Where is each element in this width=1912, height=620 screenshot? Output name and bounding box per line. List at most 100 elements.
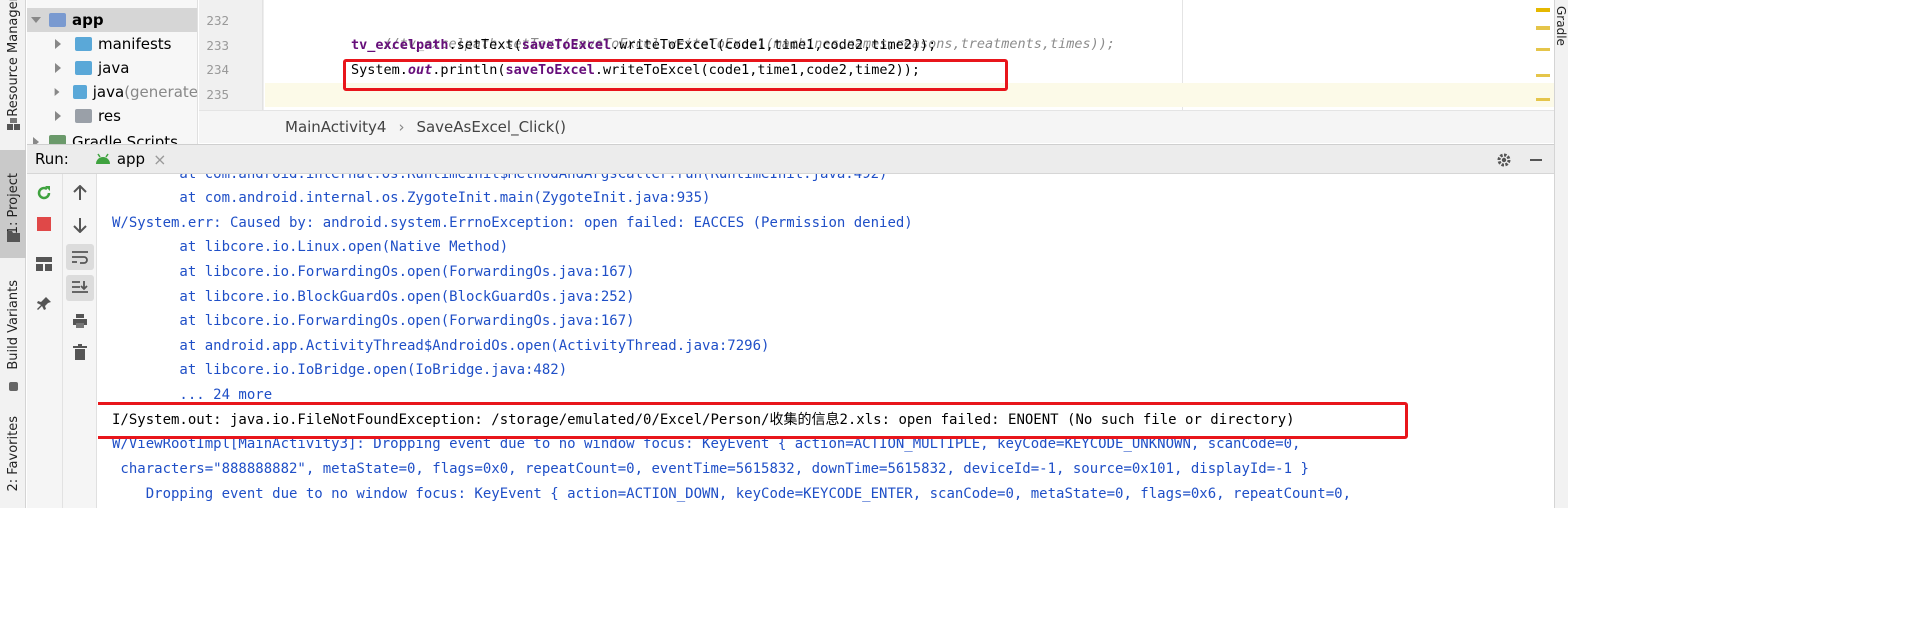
console-line: at libcore.io.ForwardingOs.open(Forwardi… <box>112 264 635 280</box>
android-icon <box>95 153 110 164</box>
scroll-up-button[interactable] <box>66 180 94 206</box>
tab-build-variants[interactable]: Build Variants <box>0 270 26 380</box>
highlight-box-console <box>98 402 1408 439</box>
chevron-right-icon[interactable] <box>53 63 63 73</box>
build-variants-label: Build Variants <box>5 280 21 370</box>
console-line: at libcore.io.Linux.open(Native Method) <box>112 239 509 255</box>
tree-item-label: java <box>92 83 125 101</box>
code-field: tv_excelpath <box>351 37 449 53</box>
folder-icon <box>7 231 20 242</box>
tree-item-app[interactable]: app <box>27 8 197 32</box>
favorites-label: 2: Favorites <box>5 416 21 492</box>
breadcrumb-separator: › <box>398 118 405 136</box>
chevron-right-icon[interactable] <box>53 39 63 49</box>
tree-item-gradle-scripts[interactable]: Gradle Scripts <box>27 130 197 144</box>
module-icon <box>49 13 66 27</box>
run-label: Run: <box>35 150 69 168</box>
folder-icon <box>75 61 92 75</box>
line-gutter: 232 233 234 235 <box>199 0 277 110</box>
tree-item-label: java <box>98 59 130 77</box>
resource-folder-icon <box>75 109 92 123</box>
pin-icon <box>37 297 51 310</box>
tab-resource-manager[interactable]: Resource Manager <box>0 0 26 116</box>
warning-marker <box>1536 98 1550 101</box>
layout-icon <box>36 257 52 271</box>
chevron-right-icon[interactable] <box>31 137 41 144</box>
left-tool-strip: Resource Manager 1: Project Build Varian… <box>0 0 26 508</box>
console-line: at libcore.io.BlockGuardOs.open(BlockGua… <box>112 289 635 305</box>
line-number: 233 <box>206 38 229 53</box>
gear-icon[interactable] <box>1496 152 1512 168</box>
minimize-icon[interactable] <box>1528 152 1544 168</box>
arrow-up-icon <box>73 185 87 200</box>
tree-item-label: app <box>72 11 104 29</box>
console-line: at libcore.io.ForwardingOs.open(Forwardi… <box>112 313 635 329</box>
console-line: Dropping event due to no window focus: K… <box>112 486 1352 502</box>
stop-icon <box>37 217 51 231</box>
close-icon[interactable]: × <box>153 150 166 169</box>
print-icon <box>73 314 87 328</box>
console-output[interactable]: at com.android.internal.os.RuntimeInit$M… <box>98 174 1554 508</box>
soft-wrap-button[interactable] <box>66 244 94 270</box>
code-line-233: tv_excelpath.setText(saveToExcel.writeTo… <box>265 33 1554 57</box>
build-variants-icon <box>9 382 18 391</box>
code-text: .writeToExcel(code1,time1,code2,time2)); <box>611 37 937 53</box>
rerun-icon <box>37 186 51 200</box>
pin-button[interactable] <box>30 291 58 317</box>
warning-marker <box>1536 8 1550 12</box>
scroll-to-end-button[interactable] <box>66 275 94 301</box>
warning-marker <box>1536 74 1550 77</box>
gradle-icon <box>49 135 66 144</box>
tree-item-label: res <box>98 107 121 125</box>
tree-item-manifests[interactable]: manifests <box>27 32 197 56</box>
tab-favorites[interactable]: 2: Favorites <box>0 400 26 508</box>
warning-marker <box>1536 48 1550 51</box>
code-text: .setText( <box>448 37 522 53</box>
line-number: 235 <box>206 87 229 102</box>
run-panel-header: Run: app × <box>27 144 1554 174</box>
tree-item-java-generated[interactable]: java (generate <box>27 80 198 104</box>
chevron-right-icon[interactable] <box>53 87 61 97</box>
stop-button[interactable] <box>30 211 58 237</box>
console-line: at com.android.internal.os.ZygoteInit.ma… <box>112 190 711 206</box>
console-line: at android.app.ActivityThread$AndroidOs.… <box>112 338 770 354</box>
console-line: W/System.err: Caused by: android.system.… <box>112 215 913 231</box>
code-line-232: //tv_excelpath.setText(saveToExcel.write… <box>265 8 1554 52</box>
tree-item-res[interactable]: res <box>27 104 197 128</box>
project-label: 1: Project <box>5 173 21 235</box>
line-number: 234 <box>206 62 229 77</box>
code-field: saveToExcel <box>521 37 612 53</box>
scroll-to-end-icon <box>72 281 88 293</box>
breadcrumb-method[interactable]: SaveAsExcel_Click() <box>416 118 566 136</box>
gradle-tab[interactable]: Gradle <box>1554 6 1568 46</box>
tree-item-java[interactable]: java <box>27 56 197 80</box>
rerun-button[interactable] <box>30 180 58 206</box>
warning-marker <box>1536 26 1550 30</box>
tree-item-suffix: (generate <box>124 83 198 101</box>
console-line: characters="888888882", metaState=0, fla… <box>112 461 1309 477</box>
folder-icon <box>75 37 92 51</box>
line-number: 232 <box>206 13 229 28</box>
tree-item-label: Gradle Scripts <box>72 133 178 144</box>
clear-button[interactable] <box>66 339 94 365</box>
run-tab-app[interactable]: app <box>117 150 145 168</box>
resource-manager-label: Resource Manager <box>5 0 21 117</box>
tree-item-label: manifests <box>98 35 172 53</box>
console-line: at com.android.internal.os.RuntimeInit$M… <box>112 174 888 182</box>
chevron-right-icon[interactable] <box>53 111 63 121</box>
breadcrumb: MainActivity4 › SaveAsExcel_Click() <box>199 110 1554 143</box>
chevron-down-icon[interactable] <box>31 15 41 25</box>
print-button[interactable] <box>66 308 94 334</box>
soft-wrap-icon <box>72 251 88 264</box>
trash-icon <box>73 344 87 360</box>
generated-folder-icon <box>73 85 87 99</box>
code-editor[interactable]: 232 233 234 235 //tv_excelpath.setText(s… <box>199 0 1554 110</box>
breadcrumb-class[interactable]: MainActivity4 <box>285 118 386 136</box>
highlight-box-code <box>343 59 1008 91</box>
console-line: at libcore.io.IoBridge.open(IoBridge.jav… <box>112 362 568 378</box>
scroll-down-button[interactable] <box>66 212 94 238</box>
run-toolbar <box>27 174 97 508</box>
layout-button[interactable] <box>30 251 58 277</box>
right-tool-strip: Gradle <box>1554 0 1568 508</box>
resource-manager-icon <box>7 118 20 130</box>
